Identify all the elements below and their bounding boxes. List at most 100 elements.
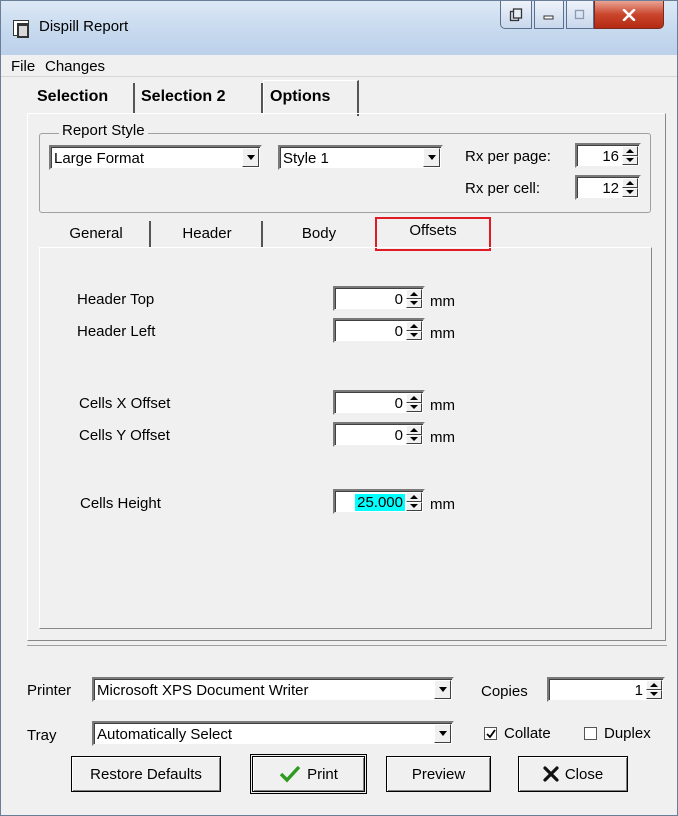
unit-label: mm bbox=[430, 429, 455, 446]
rx-per-page-label: Rx per page: bbox=[465, 148, 551, 165]
cells-height-value: 25.000 bbox=[355, 494, 405, 511]
maximize-button[interactable] bbox=[566, 1, 594, 29]
spin-down-icon[interactable] bbox=[406, 434, 422, 444]
checkmark-icon bbox=[485, 728, 496, 738]
restore-defaults-label: Restore Defaults bbox=[90, 765, 202, 783]
chevron-down-icon[interactable] bbox=[434, 724, 451, 743]
spin-down-icon[interactable] bbox=[406, 330, 422, 340]
copies-stepper[interactable]: 1 bbox=[547, 677, 665, 702]
spinner-arrows[interactable] bbox=[622, 146, 638, 165]
unit-label: mm bbox=[430, 397, 455, 414]
spin-up-icon[interactable] bbox=[622, 146, 638, 156]
tray-value: Automatically Select bbox=[97, 726, 233, 743]
chevron-down-icon[interactable] bbox=[423, 148, 440, 167]
spin-down-icon[interactable] bbox=[646, 689, 662, 699]
tab-header[interactable]: Header bbox=[153, 221, 263, 247]
report-style-label: Report Style bbox=[59, 122, 148, 139]
close-label: Close bbox=[564, 765, 604, 783]
unit-label: mm bbox=[430, 293, 455, 310]
spinner-arrows[interactable] bbox=[406, 289, 422, 308]
close-button[interactable]: Close bbox=[518, 756, 628, 792]
tab-general[interactable]: General bbox=[43, 221, 151, 247]
format-value: Large Format bbox=[54, 150, 145, 167]
spin-down-icon[interactable] bbox=[622, 155, 638, 165]
spin-down-icon[interactable] bbox=[622, 187, 638, 197]
cells-y-offset-stepper[interactable]: 0 bbox=[333, 422, 425, 447]
spin-up-icon[interactable] bbox=[406, 289, 422, 299]
spinner-arrows[interactable] bbox=[406, 492, 422, 511]
spin-up-icon[interactable] bbox=[406, 321, 422, 331]
tab-offsets[interactable]: Offsets bbox=[375, 217, 491, 251]
style-select[interactable]: Style 1 bbox=[278, 145, 443, 170]
rx-per-page-stepper[interactable]: 16 bbox=[575, 143, 641, 168]
checkmark-icon bbox=[279, 765, 301, 783]
copies-value: 1 bbox=[634, 682, 643, 699]
print-label: Print bbox=[307, 765, 338, 783]
minimize-icon bbox=[543, 15, 554, 19]
collate-checkbox[interactable] bbox=[484, 727, 497, 740]
cells-x-offset-stepper[interactable]: 0 bbox=[333, 390, 425, 415]
tray-select[interactable]: Automatically Select bbox=[92, 721, 454, 746]
rx-per-page-value: 16 bbox=[602, 148, 619, 165]
dispill-report-window: Dispill Report File Changes Selection Se… bbox=[0, 0, 678, 816]
spin-down-icon[interactable] bbox=[406, 298, 422, 308]
unit-label: mm bbox=[430, 496, 455, 513]
cells-height-stepper[interactable]: 25.000 bbox=[333, 489, 425, 514]
preview-label: Preview bbox=[411, 765, 466, 783]
menu-file[interactable]: File bbox=[11, 58, 35, 75]
cells-y-offset-label: Cells Y Offset bbox=[79, 427, 170, 444]
cells-x-offset-label: Cells X Offset bbox=[79, 395, 171, 412]
chevron-down-icon[interactable] bbox=[242, 148, 259, 167]
restore-window-button[interactable] bbox=[500, 1, 532, 29]
restore-defaults-button[interactable]: Restore Defaults bbox=[71, 756, 221, 792]
window-title: Dispill Report bbox=[39, 18, 129, 35]
spinner-arrows[interactable] bbox=[622, 178, 638, 197]
spin-up-icon[interactable] bbox=[406, 425, 422, 435]
maximize-icon bbox=[574, 9, 585, 20]
spin-up-icon[interactable] bbox=[622, 178, 638, 188]
header-left-label: Header Left bbox=[77, 323, 156, 340]
menu-changes[interactable]: Changes bbox=[45, 58, 105, 75]
rx-per-cell-value: 12 bbox=[602, 180, 619, 197]
duplex-label: Duplex bbox=[604, 725, 651, 742]
collate-label: Collate bbox=[504, 725, 551, 742]
header-top-value: 0 bbox=[394, 291, 403, 308]
spinner-arrows[interactable] bbox=[406, 321, 422, 340]
copies-label: Copies bbox=[481, 683, 528, 700]
spin-up-icon[interactable] bbox=[646, 680, 662, 690]
app-icon bbox=[13, 20, 29, 38]
minimize-button[interactable] bbox=[534, 1, 564, 29]
unit-label: mm bbox=[430, 325, 455, 342]
spinner-arrows[interactable] bbox=[646, 680, 662, 699]
x-icon bbox=[543, 766, 559, 782]
title-bar[interactable]: Dispill Report bbox=[1, 1, 677, 55]
spin-down-icon[interactable] bbox=[406, 501, 422, 511]
close-window-button[interactable] bbox=[594, 1, 664, 29]
tray-label: Tray bbox=[27, 727, 57, 744]
tab-options[interactable]: Options bbox=[263, 80, 359, 116]
rx-per-cell-label: Rx per cell: bbox=[465, 180, 541, 197]
cells-height-label: Cells Height bbox=[80, 495, 161, 512]
spin-up-icon[interactable] bbox=[406, 492, 422, 502]
tab-selection[interactable]: Selection bbox=[31, 83, 135, 113]
print-button[interactable]: Print bbox=[250, 754, 367, 794]
tab-body[interactable]: Body bbox=[265, 221, 373, 247]
preview-button[interactable]: Preview bbox=[386, 756, 491, 792]
rx-per-cell-stepper[interactable]: 12 bbox=[575, 175, 641, 200]
cells-y-offset-value: 0 bbox=[394, 427, 403, 444]
bottom-divider bbox=[27, 645, 667, 646]
spin-down-icon[interactable] bbox=[406, 402, 422, 412]
cells-x-offset-value: 0 bbox=[394, 395, 403, 412]
format-select[interactable]: Large Format bbox=[49, 145, 262, 170]
header-top-stepper[interactable]: 0 bbox=[333, 286, 425, 311]
tab-selection-2[interactable]: Selection 2 bbox=[135, 83, 263, 113]
spin-up-icon[interactable] bbox=[406, 393, 422, 403]
duplex-checkbox[interactable] bbox=[584, 727, 597, 740]
spinner-arrows[interactable] bbox=[406, 393, 422, 412]
printer-select[interactable]: Microsoft XPS Document Writer bbox=[92, 677, 454, 702]
menu-bar: File Changes bbox=[1, 55, 677, 77]
spinner-arrows[interactable] bbox=[406, 425, 422, 444]
header-left-value: 0 bbox=[394, 323, 403, 340]
header-left-stepper[interactable]: 0 bbox=[333, 318, 425, 343]
chevron-down-icon[interactable] bbox=[434, 680, 451, 699]
